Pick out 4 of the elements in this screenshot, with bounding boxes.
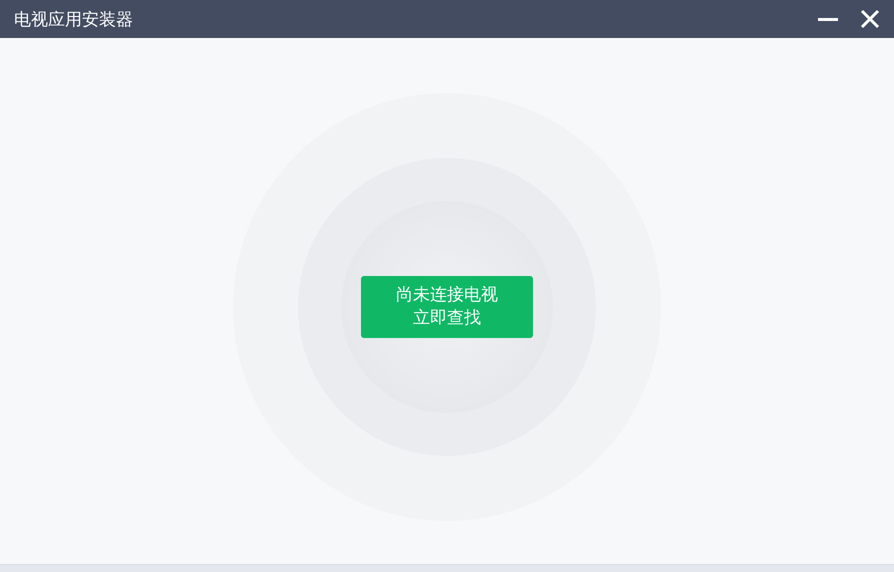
close-icon	[860, 9, 880, 29]
search-tv-button[interactable]: 尚未连接电视 立即查找	[361, 276, 533, 338]
window-title: 电视应用安装器	[14, 8, 134, 30]
minimize-icon	[818, 18, 838, 20]
